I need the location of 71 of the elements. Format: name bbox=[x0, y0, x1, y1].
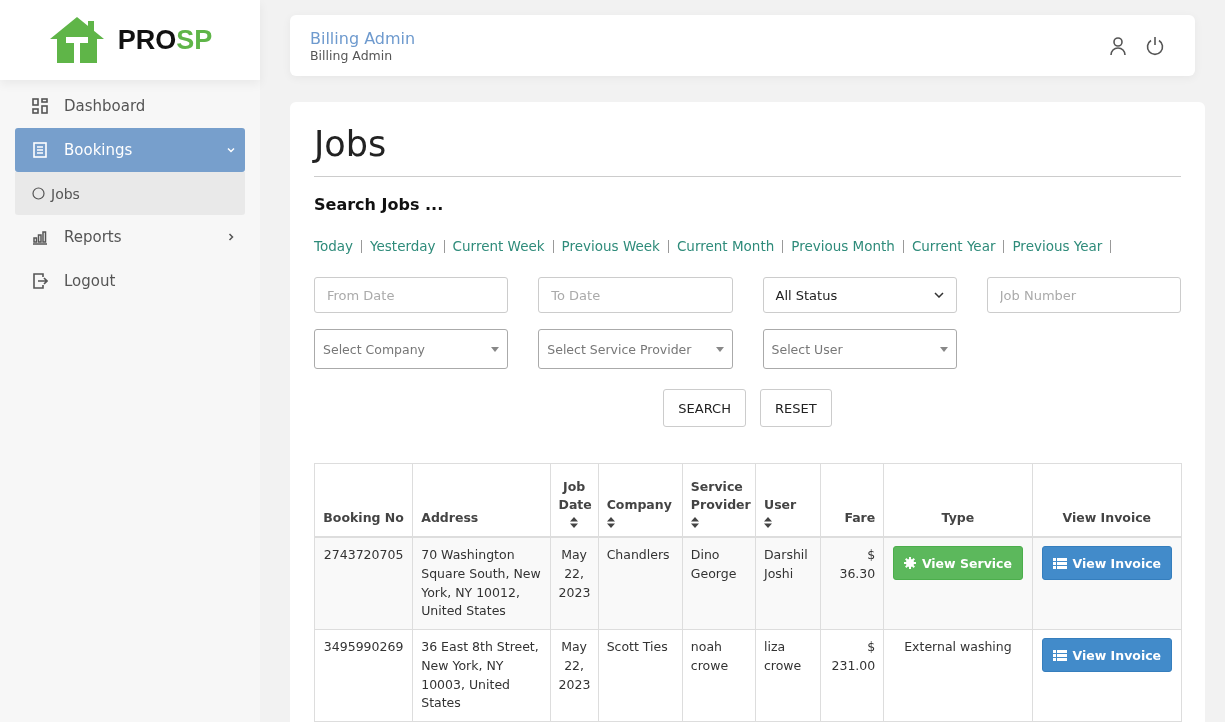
input-field[interactable]: From Date bbox=[314, 277, 509, 313]
sidebar-subitem[interactable]: Jobs bbox=[15, 172, 245, 215]
badge-icon bbox=[903, 557, 916, 569]
dropdown-field[interactable]: Select User bbox=[762, 329, 957, 369]
document-icon bbox=[32, 142, 48, 158]
section-heading: Search Jobs ... bbox=[314, 195, 445, 214]
page-title: Jobs bbox=[314, 124, 388, 164]
table-cell: Dino George bbox=[690, 547, 737, 581]
table-cell: May 22, 2023 bbox=[558, 547, 591, 600]
table-cell: External washing bbox=[904, 639, 1012, 654]
table-cell: 2743720705 bbox=[323, 547, 404, 562]
date-filter-link[interactable]: Current Year bbox=[911, 238, 996, 254]
chevron-right-icon bbox=[227, 233, 235, 241]
table-cell: liza crowe bbox=[764, 639, 802, 673]
table-cell: $ 36.30 bbox=[839, 547, 876, 581]
view-invoice-button[interactable]: View Invoice bbox=[1041, 546, 1173, 580]
dashboard-icon bbox=[32, 98, 48, 114]
date-filter-link[interactable]: Previous Month bbox=[791, 238, 895, 254]
date-filter-link[interactable]: Today bbox=[314, 238, 354, 254]
sidebar-item[interactable]: Reports bbox=[15, 215, 245, 259]
date-filter-link[interactable]: Previous Year bbox=[1012, 238, 1103, 254]
sort-icon[interactable] bbox=[690, 517, 699, 528]
sidebar-item[interactable]: Logout bbox=[15, 259, 245, 303]
table-cell: noah crowe bbox=[690, 639, 729, 673]
caret-icon bbox=[939, 346, 948, 352]
sidebar-item[interactable]: Dashboard bbox=[15, 84, 245, 128]
date-filter-link[interactable]: Yesterday bbox=[370, 238, 436, 254]
caret-icon bbox=[491, 346, 500, 352]
action-button[interactable]: RESET bbox=[759, 389, 832, 427]
table-cell: 70 Washington Square South, New York, NY 10012, United States bbox=[421, 547, 541, 619]
sort-icon[interactable] bbox=[764, 517, 772, 528]
column-header[interactable]: User bbox=[764, 496, 813, 515]
date-filter-link[interactable]: Previous Week bbox=[561, 238, 660, 254]
sidebar-item[interactable]: Bookings bbox=[15, 128, 245, 172]
view-invoice-button[interactable]: View Invoice bbox=[1041, 638, 1173, 672]
table-cell: Scott Ties bbox=[606, 639, 668, 654]
power-icon[interactable] bbox=[1145, 35, 1165, 56]
caret-icon bbox=[715, 346, 724, 352]
chevron-down-icon bbox=[227, 146, 235, 154]
date-filter-link[interactable]: Current Month bbox=[676, 238, 775, 254]
sort-icon[interactable] bbox=[570, 517, 579, 528]
input-field[interactable]: Job Number bbox=[986, 277, 1181, 313]
table-cell: 3495990269 bbox=[323, 639, 404, 654]
chevron-down-icon bbox=[933, 292, 944, 298]
table-cell: $ 231.00 bbox=[831, 639, 876, 673]
sort-icon[interactable] bbox=[606, 517, 615, 528]
list-icon bbox=[1052, 649, 1067, 661]
status-select[interactable]: All Status bbox=[762, 277, 957, 313]
dropdown-field[interactable]: Select Service Provider bbox=[538, 329, 733, 369]
circle-icon bbox=[32, 187, 45, 200]
logout-icon bbox=[32, 273, 48, 289]
input-field[interactable]: To Date bbox=[538, 277, 733, 313]
dropdown-field[interactable]: Select Company bbox=[314, 329, 509, 369]
table-cell: May 22, 2023 bbox=[558, 639, 591, 692]
date-filter-link[interactable]: Current Week bbox=[452, 238, 545, 254]
user-name: Billing Admin bbox=[310, 28, 416, 48]
user-icon[interactable] bbox=[1109, 35, 1127, 56]
user-role: Billing Admin bbox=[310, 47, 394, 63]
action-button[interactable]: SEARCH bbox=[663, 389, 746, 427]
view-service-button[interactable]: View Service bbox=[892, 546, 1023, 580]
table-cell: 36 East 8th Street, New York, NY 10003, United States bbox=[421, 639, 539, 711]
bar-chart-icon bbox=[32, 229, 48, 245]
column-header: Address bbox=[421, 509, 480, 528]
table-cell: Darshil Joshi bbox=[764, 547, 808, 581]
list-icon bbox=[1052, 557, 1067, 569]
column-header: Fare bbox=[843, 509, 876, 528]
column-header: Booking No bbox=[323, 509, 405, 528]
logo-text: PROSP bbox=[117, 24, 213, 56]
column-header: View Invoice bbox=[1061, 509, 1153, 528]
column-header: Type bbox=[940, 509, 976, 528]
table-cell: Chandlers bbox=[606, 547, 670, 562]
